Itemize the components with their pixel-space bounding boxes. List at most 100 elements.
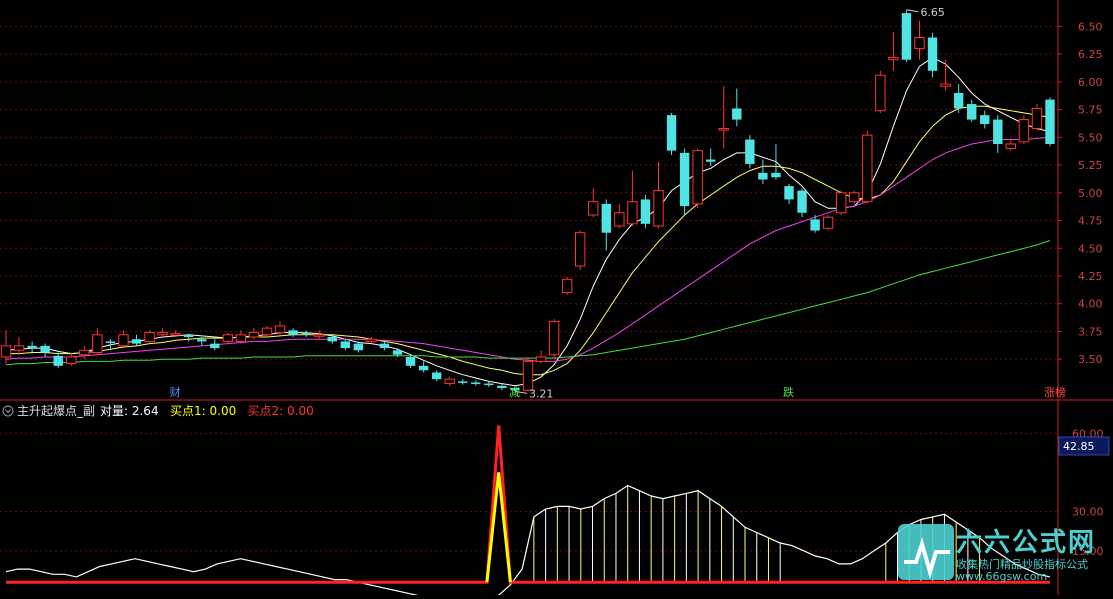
low-price-label: 3.21 bbox=[529, 387, 554, 400]
legend-item: 买点2: 0.00 bbox=[248, 404, 314, 418]
indicator-name: 主升起爆点_副 bbox=[17, 404, 95, 418]
candle bbox=[548, 319, 560, 360]
candle-body bbox=[144, 332, 155, 342]
candle-body bbox=[1018, 119, 1030, 143]
y-tick-label: 5.25 bbox=[1078, 159, 1103, 172]
candle-body bbox=[653, 190, 664, 227]
candle-body bbox=[875, 74, 886, 112]
candle-body bbox=[471, 382, 481, 384]
candle-body bbox=[822, 216, 834, 229]
candle-body bbox=[953, 92, 964, 109]
candle-body bbox=[210, 343, 220, 349]
current-value-tag: 42.85 bbox=[1058, 436, 1110, 456]
candle-body bbox=[197, 339, 207, 342]
candle-body bbox=[718, 127, 729, 131]
logo-icon bbox=[898, 524, 954, 580]
candle-body bbox=[118, 334, 129, 347]
candle-body bbox=[862, 134, 873, 203]
candle-body bbox=[301, 332, 311, 335]
y-tick-label: 6.25 bbox=[1078, 48, 1103, 61]
candle-body bbox=[784, 186, 794, 200]
candle-body bbox=[0, 345, 12, 358]
stock-chart[interactable]: 6.50 6.25 6.00 5.75 5.50 5.25 5.00 4.75 4.50 4.25… bbox=[0, 0, 1113, 599]
candle-body bbox=[497, 385, 507, 389]
candle-body bbox=[79, 349, 90, 356]
candle bbox=[144, 330, 155, 344]
candle bbox=[1018, 115, 1030, 144]
y-tick-label: 3.50 bbox=[1078, 353, 1103, 366]
candle-body bbox=[379, 343, 390, 349]
y-tick-label: 5.00 bbox=[1078, 187, 1103, 200]
candle-body bbox=[184, 334, 194, 337]
event-label: 财 bbox=[170, 385, 181, 399]
candle-body bbox=[314, 334, 325, 337]
candle-body bbox=[797, 190, 807, 213]
candle-body bbox=[261, 327, 273, 336]
y-tick-label: 6.00 bbox=[1078, 76, 1103, 89]
candle-body bbox=[274, 325, 286, 334]
event-label: 涨榜 bbox=[1044, 385, 1066, 399]
candle-body bbox=[980, 115, 990, 125]
candle-body bbox=[405, 356, 416, 366]
candle-body bbox=[366, 338, 377, 342]
sub-y-tick-label: 30.00 bbox=[1072, 506, 1104, 519]
indicator-header: 主升起爆点_副 对量: 2.64 买点1: 0.00 买点2: 0.00 bbox=[2, 404, 314, 418]
candle bbox=[875, 70, 886, 113]
y-tick-label: 4.25 bbox=[1078, 270, 1103, 283]
legend-item: 对量: 2.64 bbox=[100, 404, 159, 418]
candle-body bbox=[927, 37, 938, 71]
candle-body bbox=[105, 341, 116, 343]
candle bbox=[849, 190, 860, 204]
candle-body bbox=[679, 152, 690, 207]
y-tick-label: 4.00 bbox=[1078, 298, 1103, 311]
candle-body bbox=[170, 333, 181, 336]
candle bbox=[692, 148, 703, 209]
candle bbox=[575, 230, 586, 271]
candle-body bbox=[431, 372, 442, 380]
candle bbox=[901, 9, 912, 62]
candle-body bbox=[601, 203, 611, 233]
candle-body bbox=[836, 192, 847, 214]
candle-body bbox=[575, 232, 586, 267]
candle-body bbox=[692, 150, 703, 205]
candle-body bbox=[444, 378, 455, 385]
candle-body bbox=[548, 320, 560, 356]
candle-body bbox=[13, 345, 25, 351]
candle-body bbox=[732, 108, 742, 120]
current-value-label: 42.85 bbox=[1063, 440, 1095, 453]
event-label: 跌 bbox=[783, 385, 794, 399]
candle bbox=[836, 190, 847, 215]
y-tick-label: 4.50 bbox=[1078, 242, 1103, 255]
candle-body bbox=[1031, 107, 1043, 129]
candle-body bbox=[745, 139, 755, 164]
logo-text: 六六公式网 bbox=[956, 528, 1097, 558]
candle-body bbox=[561, 278, 573, 294]
candle-body bbox=[993, 119, 1003, 144]
candle-body bbox=[40, 345, 50, 353]
candle-body bbox=[53, 355, 63, 366]
candle-body bbox=[235, 334, 247, 342]
candle-body bbox=[627, 201, 638, 225]
high-price-label: 6.65 bbox=[920, 6, 945, 19]
chart-canvas[interactable]: 6.50 6.25 6.00 5.75 5.50 5.25 5.00 4.75 4.50 4.25… bbox=[0, 0, 1113, 599]
indicator-legend: 对量: 2.64 买点1: 0.00 买点2: 0.00 bbox=[100, 404, 314, 418]
candle-body bbox=[810, 219, 820, 231]
candle-body bbox=[706, 159, 716, 162]
candle bbox=[862, 130, 873, 204]
y-tick-label: 3.75 bbox=[1078, 325, 1103, 338]
candle bbox=[561, 277, 573, 295]
candle-body bbox=[1005, 143, 1017, 149]
candle-body bbox=[535, 356, 547, 362]
candle-body bbox=[901, 13, 912, 60]
candle-body bbox=[888, 56, 899, 61]
candle bbox=[640, 195, 651, 229]
candle-body bbox=[222, 334, 234, 342]
candle-body bbox=[327, 336, 337, 342]
candle bbox=[822, 214, 834, 231]
candle-body bbox=[967, 104, 977, 120]
candle-body bbox=[340, 341, 350, 349]
candle-body bbox=[1045, 99, 1055, 144]
candle-body bbox=[157, 332, 168, 336]
event-label: 减 bbox=[509, 386, 520, 399]
candle-body bbox=[418, 365, 429, 371]
